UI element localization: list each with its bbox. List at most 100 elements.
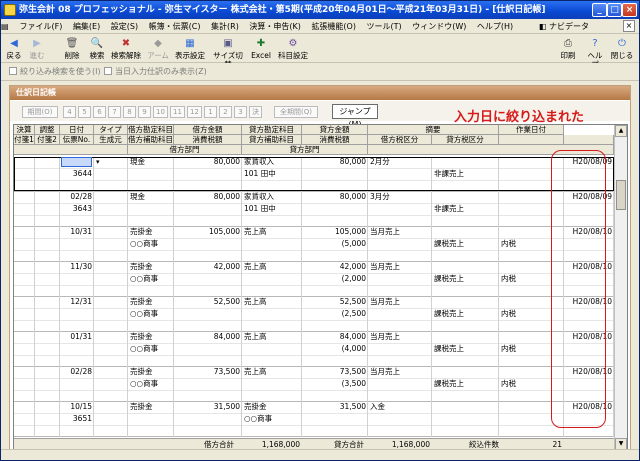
month-1[interactable]: 1	[204, 106, 217, 118]
menu-file[interactable]: ファイル(F)	[16, 19, 67, 34]
cell-memo: 当月売上	[370, 367, 400, 376]
month-8[interactable]: 8	[123, 106, 136, 118]
column-divider	[241, 262, 242, 297]
today-only-checkbox[interactable]: 当日入力仕訳のみ表示(Z)	[104, 66, 207, 78]
header-col-0[interactable]: 決算	[14, 125, 35, 135]
arm-button[interactable]: ◆ アーム	[146, 37, 170, 61]
menu-extension[interactable]: 拡張機能(O)	[307, 19, 360, 34]
header-col-6[interactable]: 貸方勘定科目	[242, 125, 302, 135]
size-toggle-button[interactable]: ▣サイズ切替	[210, 37, 246, 69]
row-divider	[14, 413, 614, 414]
forward-button[interactable]: ▶ 進む	[27, 37, 47, 61]
menu-closing[interactable]: 決算・申告(K)	[245, 19, 305, 34]
help-button[interactable]: ?ヘルプ	[584, 37, 606, 69]
menu-ledger[interactable]: 帳簿・伝票(C)	[145, 19, 205, 34]
navi-data-button[interactable]: ◧ ナビデータ	[539, 20, 589, 33]
header2-col-8[interactable]: 借方税区分	[368, 135, 432, 145]
header-col-2[interactable]: 日付	[60, 125, 94, 135]
column-divider	[127, 262, 128, 297]
column-divider	[93, 262, 94, 297]
close-button[interactable]: ×	[622, 3, 637, 17]
header-col-9[interactable]: 作業日付	[499, 125, 564, 135]
cell-credit-account: 売上高	[244, 297, 267, 306]
period-button[interactable]: 期間(O)	[22, 106, 58, 118]
header2-col-4[interactable]: 借方補助科目	[128, 135, 174, 145]
month-3[interactable]: 3	[234, 106, 247, 118]
header3-debit-dept[interactable]: 借方部門	[128, 145, 242, 155]
cell-date: 10/15	[70, 402, 92, 411]
delete-button[interactable]: 🗑 削除	[61, 37, 83, 61]
cell-credit-amount: 42,000	[339, 262, 366, 271]
jump-button[interactable]: ジャンプ(M)	[332, 104, 378, 129]
menu-tools[interactable]: ツール(T)	[363, 19, 406, 34]
table-row[interactable]: 10/31 売掛金 ○○商事 105,000 売上高 105,000 (5,000 当月売上課…	[14, 227, 614, 262]
narrow-search-checkbox[interactable]: 絞り込み検索を使う(I)	[9, 66, 101, 78]
month-closing[interactable]: 決	[249, 106, 262, 118]
table-row[interactable]: 10/15 3651 売掛金 31,500 売掛金 ○○商事 31,500 入金 H20/08/…	[14, 402, 614, 437]
header2-col-1[interactable]: 付箋2	[35, 135, 60, 145]
header2-col-5[interactable]: 消費税額	[174, 135, 242, 145]
column-divider	[301, 297, 302, 332]
header-col-8[interactable]: 摘要	[368, 125, 499, 135]
search-clear-button[interactable]: ✖ 検索解除	[109, 37, 143, 61]
column-divider	[173, 192, 174, 227]
month-11[interactable]: 11	[170, 106, 185, 118]
month-5[interactable]: 5	[78, 106, 91, 118]
menu-edit[interactable]: 編集(E)	[69, 19, 104, 34]
row-divider	[14, 425, 614, 426]
menu-help[interactable]: ヘルプ(H)	[473, 19, 517, 34]
month-7[interactable]: 7	[108, 106, 121, 118]
table-row[interactable]: 01/31 売掛金 ○○商事 84,000 売上高 84,000 (4,000 当月売上 課税売…	[14, 332, 614, 367]
menu-aggregate[interactable]: 集計(R)	[207, 19, 243, 34]
column-divider	[431, 297, 432, 332]
dropdown-icon[interactable]: ▾	[96, 158, 100, 166]
table-row[interactable]: 02/28 3643 現金 80,000 家賃収入 101 田中 80,000 3月分 非課売上…	[14, 192, 614, 227]
header-col-4[interactable]: 借方勘定科目	[128, 125, 174, 135]
table-row[interactable]: 11/30 売掛金 ○○商事 42,000 売上高 42,000 (2,000 当月売上 課税売…	[14, 262, 614, 297]
account-settings-button[interactable]: ⚙ 科目設定	[276, 37, 310, 61]
month-12[interactable]: 12	[187, 106, 202, 118]
column-divider	[431, 332, 432, 367]
header-col-1[interactable]: 調整	[35, 125, 60, 135]
month-4[interactable]: 4	[63, 106, 76, 118]
doc-close-button[interactable]: ×	[623, 20, 635, 32]
excel-button[interactable]: ✚ Excel	[250, 37, 272, 61]
excel-icon: ✚	[256, 38, 266, 49]
table-row[interactable]: 02/28 売掛金 ○○商事 73,500 売上高 73,500 (3,500 当月売上 課税売…	[14, 367, 614, 402]
size-toggle-icon: ▣	[223, 38, 233, 49]
month-6[interactable]: 6	[93, 106, 106, 118]
header-col-3[interactable]: タイプ	[94, 125, 128, 135]
cell-debit-account: 売掛金	[130, 367, 153, 376]
table-row[interactable]: 12/31 売掛金 ○○商事 52,500 売上高 52,500 (2,500 当月売上 課税売…	[14, 297, 614, 332]
vertical-scrollbar[interactable]: ▲ ▼	[614, 125, 627, 450]
all-period-button[interactable]: 全期間(Q)	[274, 106, 318, 118]
header2-col-9[interactable]: 貸方税区分	[432, 135, 499, 145]
menu-settings[interactable]: 設定(S)	[107, 19, 142, 34]
display-settings-button[interactable]: ▦ 表示設定	[173, 37, 207, 61]
header2-col-0[interactable]: 付箋1	[14, 135, 35, 145]
minimize-button[interactable]: _	[592, 3, 607, 17]
column-divider	[34, 367, 35, 402]
header-col-5[interactable]: 借方金額	[174, 125, 242, 135]
search-button[interactable]: 🔍 検索	[87, 37, 107, 61]
month-2[interactable]: 2	[219, 106, 232, 118]
back-button[interactable]: ◀ 戻る	[4, 37, 24, 61]
header-col-7[interactable]: 貸方金額	[302, 125, 368, 135]
cell-credit-account: 売上高	[244, 367, 267, 376]
menu-window[interactable]: ウィンドウ(W)	[408, 19, 470, 34]
header2-col-6[interactable]: 貸方補助科目	[242, 135, 302, 145]
scroll-up-icon[interactable]: ▲	[615, 125, 627, 137]
header2-col-3[interactable]: 生成元	[94, 135, 128, 145]
month-9[interactable]: 9	[138, 106, 151, 118]
close-doc-button[interactable]: ⏻ 閉じる	[610, 37, 634, 61]
header2-col-7[interactable]: 消費税額	[302, 135, 368, 145]
date-input-cursor[interactable]	[61, 157, 92, 167]
maximize-button[interactable]: □	[607, 3, 622, 17]
print-button[interactable]: ⎙ 印刷	[557, 37, 579, 61]
header2-col-2[interactable]: 伝票No.	[60, 135, 94, 145]
cell-debit-account: 売掛金	[130, 262, 153, 271]
month-10[interactable]: 10	[153, 106, 168, 118]
header3-credit-dept[interactable]: 貸方部門	[242, 145, 368, 155]
column-divider	[241, 402, 242, 437]
scroll-thumb[interactable]	[616, 180, 626, 210]
